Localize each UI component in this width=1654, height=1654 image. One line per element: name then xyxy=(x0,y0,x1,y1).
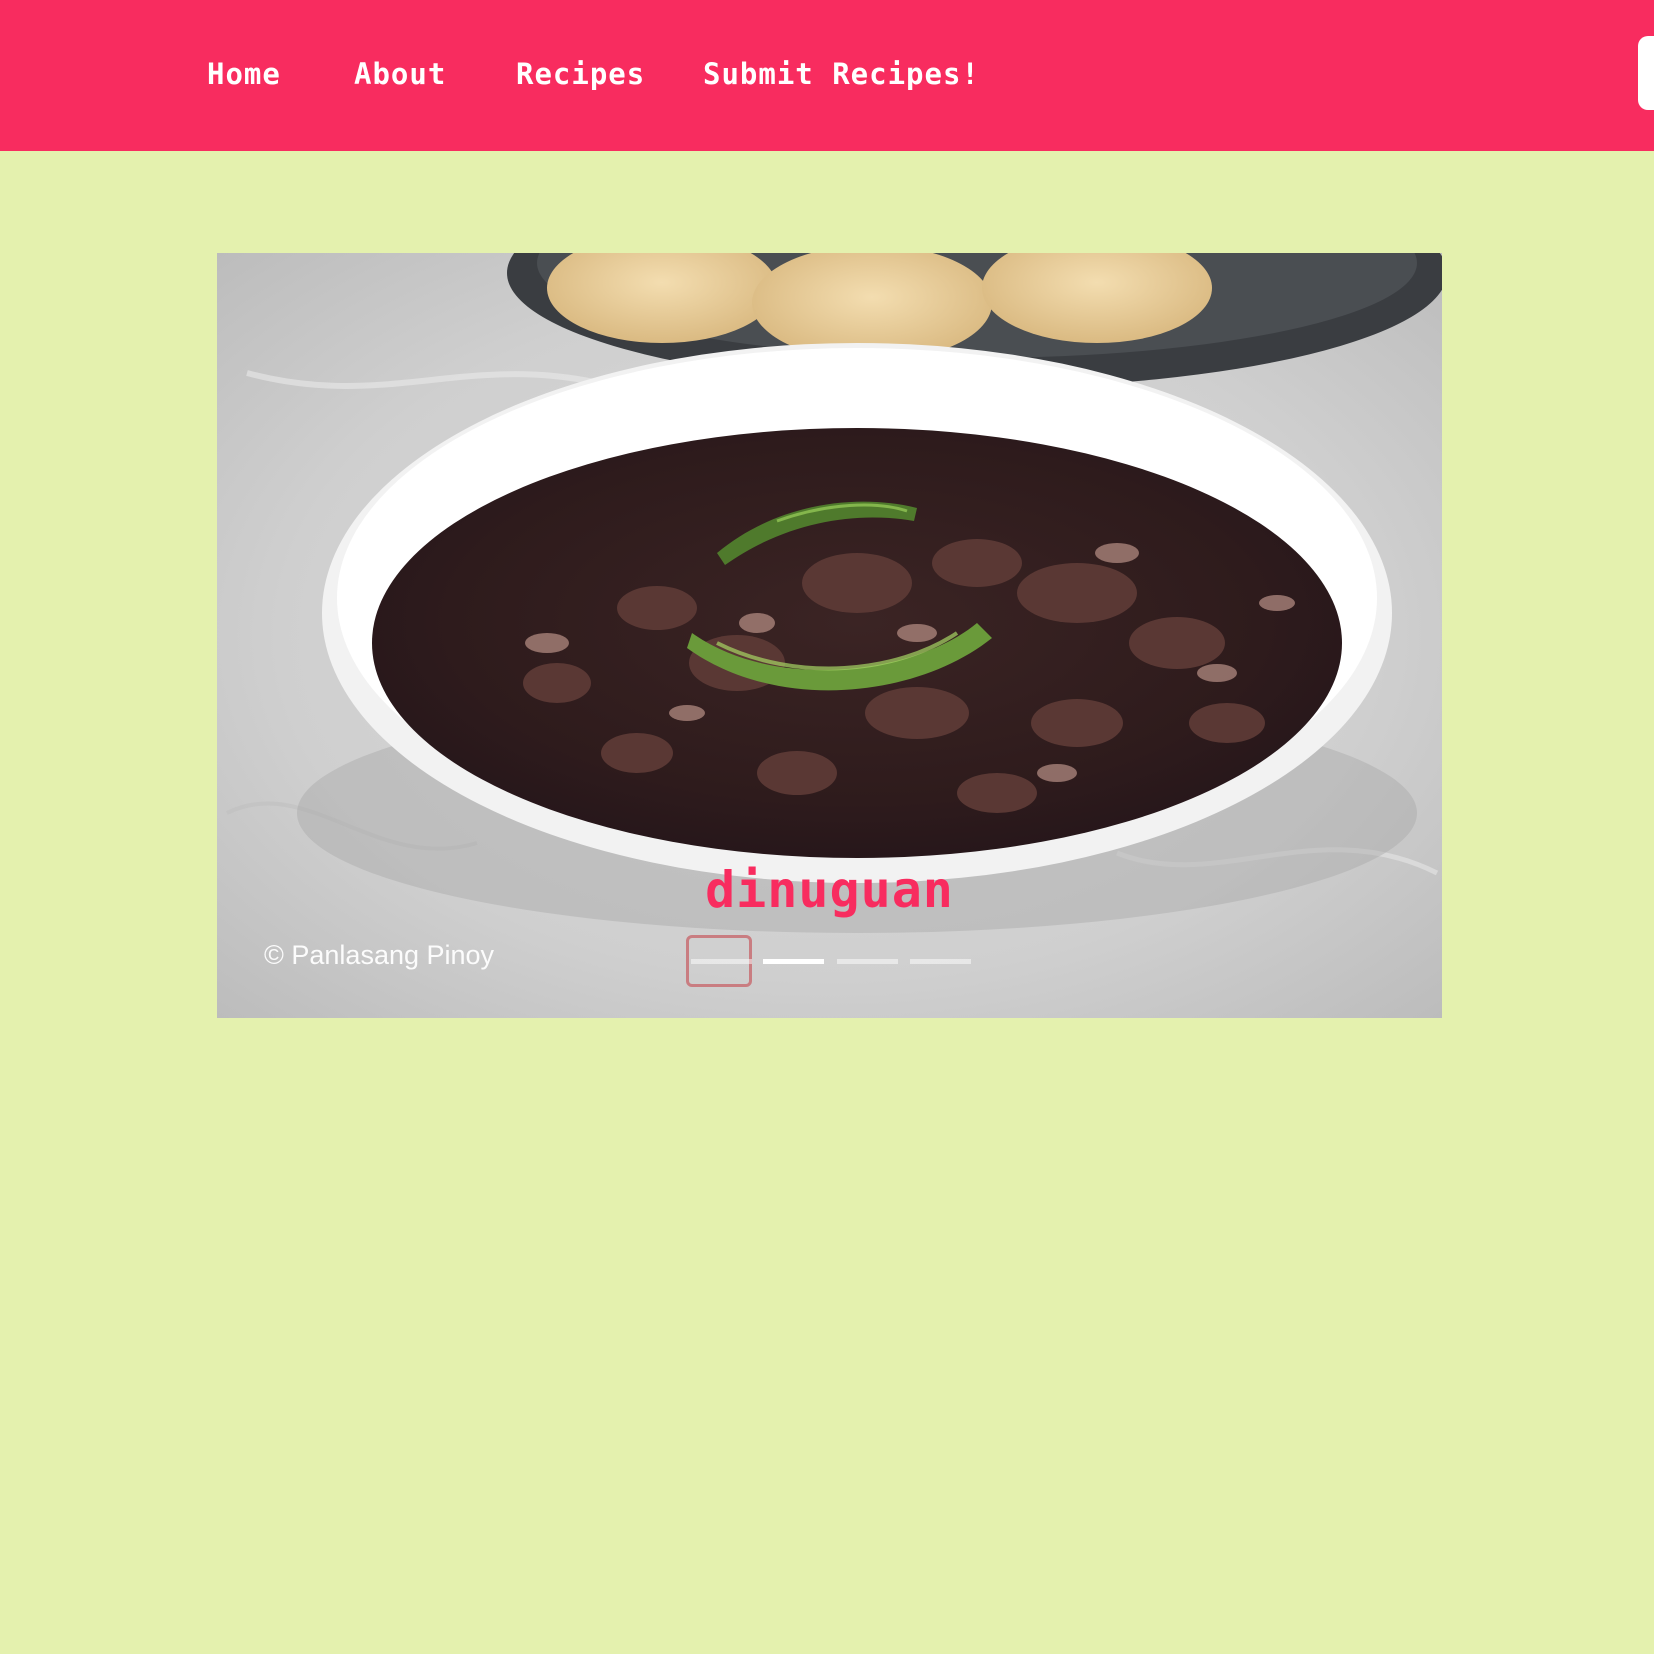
nav-link-home[interactable]: Home xyxy=(207,52,281,96)
nav-link-recipes[interactable]: Recipes xyxy=(516,52,645,96)
photo-credit: © Panlasang Pinoy xyxy=(264,940,495,970)
top-navbar: Home About Recipes Submit Recipes! xyxy=(0,0,1654,151)
carousel-indicators xyxy=(686,935,976,987)
nav-link-submit-recipes[interactable]: Submit Recipes! xyxy=(703,52,980,96)
navbar-toggle-button[interactable] xyxy=(1638,36,1654,110)
carousel-indicator-2[interactable] xyxy=(759,935,825,987)
carousel-indicator-4[interactable] xyxy=(906,935,972,987)
recipe-carousel: dinuguan © Panlasang Pinoy xyxy=(217,253,1442,1018)
nav-link-about[interactable]: About xyxy=(354,52,446,96)
carousel-indicator-3[interactable] xyxy=(833,935,899,987)
slide-caption-title: dinuguan xyxy=(705,861,954,919)
carousel-indicator-1[interactable] xyxy=(686,935,752,987)
